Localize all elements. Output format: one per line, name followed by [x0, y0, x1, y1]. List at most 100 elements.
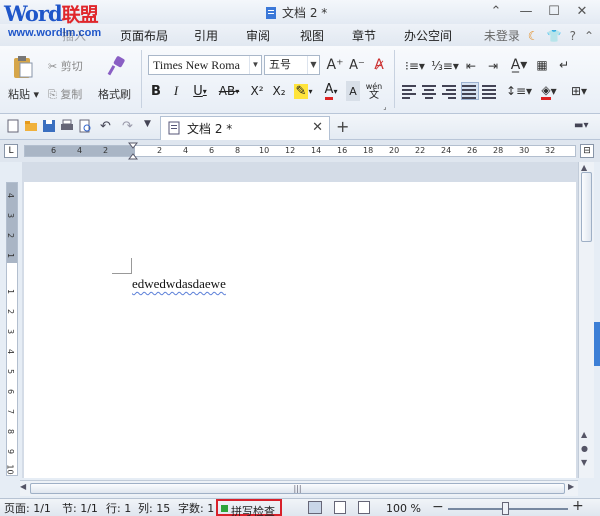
vertical-ruler[interactable]: 4 3 2 1 1 2 3 4 5 6 7 8 9 10 — [6, 182, 18, 476]
page-view-icon[interactable] — [308, 501, 322, 514]
tab-office-space[interactable]: 办公空间 — [404, 27, 452, 44]
maximize-button[interactable]: ☐ — [544, 2, 564, 20]
copy-button[interactable]: ⎘ 复制 — [48, 86, 82, 102]
restore-button[interactable]: — — [516, 2, 536, 20]
justify-icon[interactable] — [461, 82, 479, 100]
view-ruler-toggle-icon[interactable]: ⊟ — [580, 144, 594, 158]
shirt-icon[interactable]: 👕 — [547, 29, 562, 43]
close-button[interactable]: ✕ — [572, 2, 592, 20]
select-browse-object-icon[interactable]: ● — [581, 444, 588, 453]
align-right-icon[interactable] — [442, 83, 458, 99]
line-spacing-icon[interactable]: ↕≡▾ — [506, 82, 532, 100]
clear-format-icon[interactable]: A̷ — [370, 56, 388, 74]
highlight-button[interactable]: ✎ ▾ — [290, 81, 316, 101]
tab-references[interactable]: 引用 — [194, 27, 218, 44]
paragraph-mark-icon[interactable]: ↵ — [556, 56, 572, 74]
increase-indent-icon[interactable]: ⇥ — [484, 58, 502, 74]
zoom-slider-thumb[interactable] — [502, 502, 509, 515]
align-left-icon[interactable] — [402, 83, 418, 99]
collapse-ribbon-icon[interactable]: ⌃ — [584, 29, 594, 43]
help-icon[interactable]: ? — [570, 29, 576, 43]
ruler-tick-label: 8 — [6, 428, 16, 435]
horizontal-scroll-thumb[interactable]: ||| — [30, 483, 565, 494]
scroll-left-icon[interactable]: ◀ — [20, 482, 26, 491]
status-word-count[interactable]: 字数: 1 — [178, 503, 214, 515]
side-panel-tab[interactable] — [594, 322, 600, 366]
open-folder-icon[interactable] — [24, 119, 38, 133]
decrease-indent-icon[interactable]: ⇤ — [462, 58, 480, 74]
save-icon[interactable] — [42, 119, 56, 133]
tab-review[interactable]: 审阅 — [246, 27, 270, 44]
print-icon[interactable] — [60, 119, 74, 133]
tab-document[interactable]: 文档 2 * ✕ — [160, 116, 330, 140]
char-shading-button[interactable]: A — [346, 81, 360, 101]
zoom-level[interactable]: 100 % — [386, 503, 421, 515]
shrink-font-icon[interactable]: A⁻ — [348, 56, 366, 74]
prev-page-icon[interactable]: ▲ — [581, 430, 587, 439]
minimize-window-icon: — — [519, 3, 533, 19]
horizontal-ruler[interactable]: 6 4 2 2 4 6 8 10 12 14 16 18 20 22 24 26… — [24, 145, 576, 157]
zoom-in-icon[interactable]: + — [572, 499, 584, 513]
outline-view-icon[interactable] — [334, 501, 346, 514]
spell-check-button[interactable]: 拼写检查 — [231, 503, 275, 516]
document-body-text[interactable]: edwedwdasdaewe — [132, 276, 226, 292]
tab-chapter[interactable]: 章节 — [352, 27, 376, 44]
italic-button[interactable]: I — [168, 81, 184, 101]
tab-view[interactable]: 视图 — [300, 27, 324, 44]
grow-font-icon[interactable]: A⁺ — [326, 56, 344, 74]
underline-button[interactable]: U ▾ — [186, 81, 214, 101]
tab-stop-selector[interactable]: L — [4, 144, 18, 158]
distributed-icon[interactable] — [482, 83, 498, 99]
print-preview-icon[interactable] — [78, 119, 92, 133]
cut-button[interactable]: ✂ 剪切 — [48, 58, 83, 74]
status-column[interactable]: 列: 15 — [138, 503, 170, 515]
font-dialog-launcher-icon[interactable]: ⌟ — [381, 103, 389, 111]
format-painter-label[interactable]: 格式刷 — [98, 86, 131, 102]
horizontal-scrollbar[interactable]: ◀ ||| ▶ — [20, 480, 578, 496]
font-name-select[interactable]: Times New Roma ▼ — [148, 55, 262, 75]
zoom-out-icon[interactable]: − — [432, 500, 444, 514]
borders-icon[interactable]: ⊞▾ — [566, 82, 592, 100]
paste-label[interactable]: 粘贴 ▾ — [8, 86, 39, 102]
login-link[interactable]: 未登录 — [484, 27, 520, 44]
align-center-icon[interactable] — [422, 83, 438, 99]
next-page-icon[interactable]: ▼ — [581, 458, 587, 467]
phonetic-guide-button[interactable]: wén 文 — [362, 81, 386, 101]
redo-icon[interactable]: ↷ — [122, 119, 136, 134]
status-line[interactable]: 行: 1 — [106, 503, 131, 515]
status-page[interactable]: 页面: 1/1 — [4, 503, 51, 515]
shading-icon[interactable]: ◈ ▾ — [536, 82, 562, 100]
indent-marker[interactable] — [127, 142, 139, 160]
tab-page-layout[interactable]: 页面布局 — [120, 27, 168, 44]
paste-icon[interactable] — [10, 54, 36, 80]
format-painter-icon[interactable] — [104, 54, 128, 78]
tab-insert[interactable]: 插入 — [62, 27, 86, 44]
skin-icon[interactable]: ☾ — [528, 29, 539, 43]
tab-menu-icon[interactable]: ▬▾ — [574, 120, 588, 131]
font-color-button[interactable]: A ▾ — [318, 81, 344, 101]
vertical-scrollbar[interactable]: ▲ ▲ ● ▼ — [578, 162, 594, 478]
numbered-list-icon[interactable]: ⅓≡▾ — [431, 58, 459, 74]
bullet-list-icon[interactable]: ⁝≡▾ — [402, 58, 428, 74]
new-doc-icon[interactable] — [6, 119, 20, 133]
close-tab-icon[interactable]: ✕ — [312, 120, 323, 135]
bold-button[interactable]: B — [148, 81, 164, 101]
strikethrough-button[interactable]: AB ▾ — [214, 81, 244, 101]
new-tab-icon[interactable]: + — [336, 117, 349, 136]
ruler-tick-label: 1 — [6, 288, 16, 295]
minimize-button[interactable]: ⌃ — [486, 2, 506, 20]
undo-icon[interactable]: ↶ — [100, 119, 114, 134]
web-view-icon[interactable] — [358, 501, 370, 514]
status-section[interactable]: 节: 1/1 — [62, 503, 98, 515]
font-size-select[interactable]: 五号 ▼ — [264, 55, 320, 75]
scroll-right-icon[interactable]: ▶ — [568, 482, 574, 491]
vertical-scroll-thumb[interactable] — [581, 172, 592, 242]
ruler-tick-label: 5 — [6, 368, 16, 375]
table-border-icon[interactable]: ▦ — [534, 56, 550, 74]
superscript-button[interactable]: X² — [248, 81, 266, 101]
subscript-button[interactable]: X₂ — [270, 81, 288, 101]
quick-access-menu-icon[interactable]: ▼ — [144, 119, 158, 133]
document-page[interactable] — [24, 182, 576, 478]
scroll-up-icon[interactable]: ▲ — [581, 163, 587, 172]
chinese-layout-icon[interactable]: A̲▾ — [506, 56, 532, 74]
